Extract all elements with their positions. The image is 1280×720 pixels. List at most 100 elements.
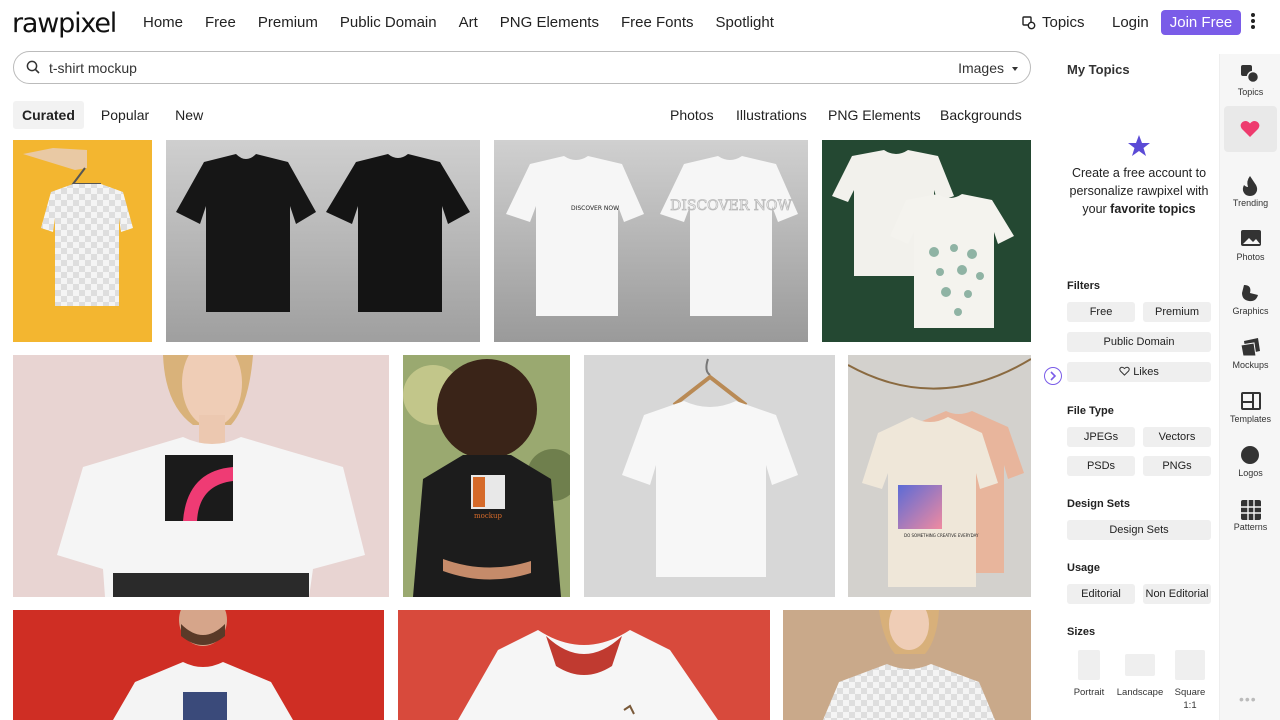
cta-line-1: Create a free account to: [1071, 166, 1207, 180]
topics-icon: [1241, 65, 1260, 84]
loading-dots-icon: •••: [1239, 691, 1257, 707]
category-rail: Topics Trending Photos Graphics Mockups …: [1219, 54, 1280, 720]
print-discover-small: DISCOVER NOW: [571, 205, 619, 212]
chevron-right-icon: [1050, 371, 1057, 381]
rail-topics-label: Topics: [1237, 87, 1264, 97]
design-sets-button[interactable]: Design Sets: [1067, 520, 1211, 540]
filetype-pngs[interactable]: PNGs: [1143, 456, 1211, 476]
nav-png-elements[interactable]: PNG Elements: [500, 14, 599, 31]
sizes-title: Sizes: [1067, 626, 1096, 638]
search-bar[interactable]: t-shirt mockup Images: [13, 51, 1031, 84]
nav-home[interactable]: Home: [143, 14, 183, 31]
filetype-psds[interactable]: PSDs: [1067, 456, 1135, 476]
cta-line-3: your: [1082, 202, 1111, 216]
usage-editorial[interactable]: Editorial: [1067, 584, 1135, 604]
search-input[interactable]: t-shirt mockup: [49, 60, 137, 76]
rail-favorites[interactable]: [1224, 106, 1277, 152]
image-tile-white-tees-discover[interactable]: DISCOVER NOW DISCOVER NOW: [494, 140, 808, 342]
topics-link[interactable]: Topics: [1022, 14, 1085, 31]
rail-logos[interactable]: Logos: [1220, 439, 1280, 489]
tshirt-image: [113, 610, 293, 720]
tab-popular[interactable]: Popular: [92, 101, 158, 129]
size-landscape-label: Landscape: [1116, 687, 1164, 698]
image-tile-woman-tee[interactable]: [13, 355, 389, 597]
nav-art[interactable]: Art: [459, 14, 478, 31]
search-type-select[interactable]: Images: [958, 60, 1004, 76]
more-menu-icon[interactable]: [1249, 12, 1257, 32]
photo-icon: [1241, 230, 1261, 246]
rail-templates-label: Templates: [1229, 414, 1272, 424]
image-tile-green-bg-tees[interactable]: [822, 140, 1031, 342]
tab-curated[interactable]: Curated: [13, 101, 84, 129]
tshirt-image: [23, 148, 133, 306]
image-tile-curly-hair-back[interactable]: mockup: [403, 355, 570, 597]
nav-free[interactable]: Free: [205, 14, 236, 31]
type-backgrounds[interactable]: Backgrounds: [940, 107, 1022, 123]
my-topics-title: My Topics: [1067, 62, 1130, 77]
usage-non-editorial[interactable]: Non Editorial: [1143, 584, 1211, 604]
image-tile-black-tees[interactable]: [166, 140, 480, 342]
mockup-icon: [1240, 338, 1260, 357]
tshirt-image: [622, 358, 798, 577]
star-icon: [1128, 135, 1150, 156]
image-tile-hanging-tee[interactable]: [13, 140, 152, 342]
topics-label: Topics: [1042, 14, 1085, 31]
type-illustrations[interactable]: Illustrations: [736, 107, 807, 123]
nav-free-fonts[interactable]: Free Fonts: [621, 14, 694, 31]
size-portrait-option[interactable]: [1078, 650, 1100, 680]
filter-premium[interactable]: Premium: [1143, 302, 1211, 322]
filter-public-domain[interactable]: Public Domain: [1067, 332, 1211, 352]
rail-templates[interactable]: Templates: [1220, 385, 1280, 435]
cta-favorite-topics[interactable]: favorite topics: [1110, 202, 1195, 216]
size-portrait-label: Portrait: [1073, 687, 1105, 698]
topics-icon: [1022, 15, 1036, 29]
expand-sidebar-button[interactable]: [1044, 367, 1062, 385]
rail-graphics[interactable]: Graphics: [1220, 277, 1280, 327]
tab-new[interactable]: New: [166, 101, 212, 129]
nav-spotlight[interactable]: Spotlight: [716, 14, 774, 31]
logo-icon: [1241, 446, 1259, 464]
rail-patterns[interactable]: Patterns: [1220, 493, 1280, 543]
tshirt-image: DO SOMETHING CREATIVE EVERYDAY: [848, 358, 1031, 587]
filetype-vectors[interactable]: Vectors: [1143, 427, 1211, 447]
chevron-down-icon: [1012, 67, 1018, 71]
size-square-ratio: 1:1: [1183, 700, 1197, 711]
rail-photos[interactable]: Photos: [1220, 223, 1280, 273]
pattern-icon: [1241, 500, 1261, 520]
rail-patterns-label: Patterns: [1233, 522, 1268, 532]
rail-logos-label: Logos: [1238, 468, 1263, 478]
filetype-jpegs[interactable]: JPEGs: [1067, 427, 1135, 447]
size-landscape-option[interactable]: [1125, 654, 1155, 676]
image-tile-two-tees-rope[interactable]: DO SOMETHING CREATIVE EVERYDAY: [848, 355, 1031, 597]
filter-likes[interactable]: Likes: [1067, 362, 1211, 382]
rail-trending[interactable]: Trending: [1220, 169, 1280, 219]
tshirt-image: [832, 150, 1014, 328]
tshirt-image: [823, 610, 995, 720]
image-tile-woman-checker-tee[interactable]: [783, 610, 1031, 720]
main-nav: Home Free Premium Public Domain Art PNG …: [143, 14, 796, 31]
top-bar: rawpixel Home Free Premium Public Domain…: [0, 0, 1280, 44]
image-tile-folded-tee-red[interactable]: [398, 610, 770, 720]
logo[interactable]: rawpixel: [12, 8, 117, 39]
image-tile-man-tee-red[interactable]: [13, 610, 384, 720]
filter-free[interactable]: Free: [1067, 302, 1135, 322]
print-do-something: DO SOMETHING CREATIVE EVERYDAY: [904, 533, 979, 538]
type-photos[interactable]: Photos: [670, 107, 714, 123]
tshirt-image: DISCOVER NOW DISCOVER NOW: [494, 140, 808, 342]
signup-cta: Create a free account to personalize raw…: [1058, 164, 1220, 218]
nav-public-domain[interactable]: Public Domain: [340, 14, 437, 31]
heart-outline-icon: [1119, 366, 1130, 376]
rail-topics[interactable]: Topics: [1220, 58, 1280, 108]
size-square-option[interactable]: [1175, 650, 1205, 680]
nav-premium[interactable]: Premium: [258, 14, 318, 31]
usage-title: Usage: [1067, 562, 1101, 574]
cta-line-2: personalize rawpixel with: [1069, 184, 1209, 198]
print-discover: DISCOVER NOW: [670, 198, 792, 214]
file-type-title: File Type: [1067, 405, 1114, 417]
image-tile-white-tee-hanger[interactable]: [584, 355, 835, 597]
login-link[interactable]: Login: [1112, 14, 1149, 31]
rail-mockups[interactable]: Mockups: [1220, 331, 1280, 381]
type-png-elements[interactable]: PNG Elements: [828, 107, 921, 123]
join-free-button[interactable]: Join Free: [1161, 10, 1241, 35]
topics-sidebar: My Topics Create a free account to perso…: [1054, 44, 1220, 720]
